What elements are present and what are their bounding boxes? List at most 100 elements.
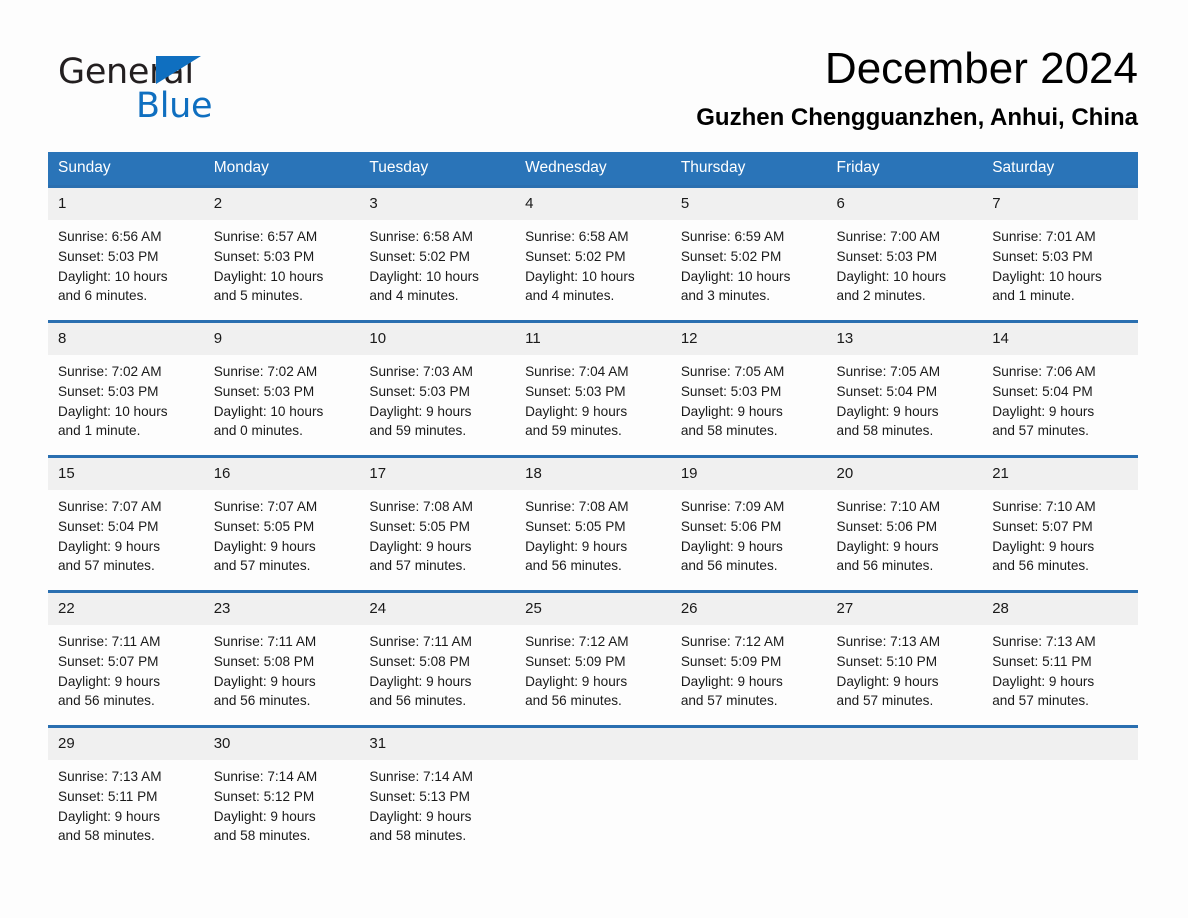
triangle-flag-icon xyxy=(156,56,201,84)
calendar-empty-cell xyxy=(826,724,983,860)
calendar-day-cell[interactable]: 24 Sunrise: 7:11 AM Sunset: 5:08 PM Dayligh… xyxy=(359,589,516,727)
general-blue-logo[interactable]: General Blue xyxy=(58,44,238,126)
sunrise-text: Sunrise: 7:12 AM xyxy=(525,633,629,649)
sunset-text: Sunset: 5:03 PM xyxy=(680,383,782,399)
sunrise-text: Sunrise: 7:10 AM xyxy=(836,498,941,514)
daylight-text-line1: Daylight: 9 hours xyxy=(369,538,472,554)
day-details: Sunrise: 7:01 AM Sunset: 5:03 PM Daylight:… xyxy=(982,220,1138,306)
day-cell-inner: 1 Sunrise: 6:56 AM Sunset: 5:03 PM Daylight… xyxy=(48,187,204,320)
calendar-day-cell[interactable]: 7 Sunrise: 7:01 AM Sunset: 5:03 PM Daylight… xyxy=(982,184,1138,322)
day-cell-inner: 9 Sunrise: 7:02 AM Sunset: 5:03 PM Daylight… xyxy=(203,322,360,455)
calendar-day-cell[interactable]: 9 Sunrise: 7:02 AM Sunset: 5:03 PM Daylight… xyxy=(203,319,360,457)
daylight-text-line2: and 57 minutes. xyxy=(992,693,1089,709)
calendar-day-cell[interactable]: 11 Sunrise: 7:04 AM Sunset: 5:03 PM Dayligh… xyxy=(515,319,671,457)
daylight-text-line1: Daylight: 9 hours xyxy=(369,673,472,689)
day-cell-inner: 10 Sunrise: 7:03 AM Sunset: 5:03 PM Dayligh… xyxy=(359,322,516,455)
day-number: 31 xyxy=(359,727,516,760)
day-details: Sunrise: 7:07 AM Sunset: 5:04 PM Daylight:… xyxy=(48,490,204,576)
calendar-day-cell[interactable]: 3 Sunrise: 6:58 AM Sunset: 5:02 PM Daylight… xyxy=(359,184,516,322)
daylight-text-line1: Daylight: 10 hours xyxy=(992,268,1102,284)
daylight-text-line1: Daylight: 9 hours xyxy=(213,808,316,824)
calendar-day-cell[interactable]: 31 Sunrise: 7:14 AM Sunset: 5:13 PM Dayligh… xyxy=(359,724,516,860)
day-cell-inner: 15 Sunrise: 7:07 AM Sunset: 5:04 PM Dayligh… xyxy=(48,457,204,590)
day-number: 23 xyxy=(203,592,360,625)
daylight-text-line2: and 56 minutes. xyxy=(680,558,778,574)
calendar-day-cell[interactable]: 13 Sunrise: 7:05 AM Sunset: 5:04 PM Dayligh… xyxy=(826,319,983,457)
day-number: 3 xyxy=(359,187,516,220)
calendar-day-cell[interactable]: 2 Sunrise: 6:57 AM Sunset: 5:03 PM Daylight… xyxy=(203,184,360,322)
daylight-text-line2: and 56 minutes. xyxy=(213,693,311,709)
daylight-text-line2: and 5 minutes. xyxy=(213,288,303,304)
day-cell-inner: 29 Sunrise: 7:13 AM Sunset: 5:11 PM Dayligh… xyxy=(48,727,204,860)
calendar-day-cell[interactable]: 25 Sunrise: 7:12 AM Sunset: 5:09 PM Dayligh… xyxy=(515,589,671,727)
calendar-day-cell[interactable]: 20 Sunrise: 7:10 AM Sunset: 5:06 PM Dayligh… xyxy=(826,454,983,592)
day-number: 30 xyxy=(203,727,360,760)
calendar-day-cell[interactable]: 15 Sunrise: 7:07 AM Sunset: 5:04 PM Dayligh… xyxy=(48,454,204,592)
day-number: 17 xyxy=(359,457,516,490)
sunset-text: Sunset: 5:04 PM xyxy=(836,383,938,399)
day-details: Sunrise: 6:56 AM Sunset: 5:03 PM Daylight:… xyxy=(48,220,204,306)
sunrise-text: Sunrise: 6:59 AM xyxy=(680,228,785,244)
sunrise-text: Sunrise: 7:09 AM xyxy=(680,498,785,514)
weekday-header-wednesday: Wednesday xyxy=(515,151,671,187)
daylight-text-line1: Daylight: 9 hours xyxy=(213,673,316,689)
daylight-text-line2: and 58 minutes. xyxy=(680,423,778,439)
calendar-day-cell[interactable]: 21 Sunrise: 7:10 AM Sunset: 5:07 PM Dayligh… xyxy=(982,454,1138,592)
day-details: Sunrise: 7:05 AM Sunset: 5:04 PM Daylight:… xyxy=(827,355,983,441)
calendar-day-cell[interactable]: 1 Sunrise: 6:56 AM Sunset: 5:03 PM Daylight… xyxy=(48,184,204,322)
day-details: Sunrise: 7:13 AM Sunset: 5:11 PM Daylight:… xyxy=(48,760,204,846)
logo-text-blue: Blue xyxy=(136,86,213,126)
calendar-day-cell[interactable]: 16 Sunrise: 7:07 AM Sunset: 5:05 PM Dayligh… xyxy=(203,454,360,592)
calendar-week-row: 29 Sunrise: 7:13 AM Sunset: 5:11 PM Dayligh… xyxy=(48,724,1138,860)
sunset-text: Sunset: 5:02 PM xyxy=(525,248,626,264)
calendar-day-cell[interactable]: 4 Sunrise: 6:58 AM Sunset: 5:02 PM Daylight… xyxy=(515,184,671,322)
day-cell-inner xyxy=(826,727,983,860)
sunset-text: Sunset: 5:06 PM xyxy=(836,518,938,534)
day-cell-inner: 23 Sunrise: 7:11 AM Sunset: 5:08 PM Dayligh… xyxy=(203,592,360,725)
sunrise-text: Sunrise: 7:13 AM xyxy=(992,633,1096,649)
day-number: 15 xyxy=(48,457,204,490)
sunrise-text: Sunrise: 7:10 AM xyxy=(992,498,1096,514)
calendar-day-cell[interactable]: 29 Sunrise: 7:13 AM Sunset: 5:11 PM Dayligh… xyxy=(48,724,204,860)
day-details: Sunrise: 7:02 AM Sunset: 5:03 PM Daylight:… xyxy=(48,355,204,441)
calendar-day-cell[interactable]: 10 Sunrise: 7:03 AM Sunset: 5:03 PM Dayligh… xyxy=(359,319,516,457)
calendar-day-cell[interactable]: 14 Sunrise: 7:06 AM Sunset: 5:04 PM Dayligh… xyxy=(982,319,1138,457)
daylight-text-line1: Daylight: 10 hours xyxy=(58,268,168,284)
day-cell-inner: 21 Sunrise: 7:10 AM Sunset: 5:07 PM Dayligh… xyxy=(982,457,1138,590)
calendar-day-cell[interactable]: 6 Sunrise: 7:00 AM Sunset: 5:03 PM Daylight… xyxy=(826,184,983,322)
daylight-text-line2: and 58 minutes. xyxy=(836,423,934,439)
sunset-text: Sunset: 5:07 PM xyxy=(58,653,159,669)
sunset-text: Sunset: 5:09 PM xyxy=(680,653,782,669)
day-details: Sunrise: 7:02 AM Sunset: 5:03 PM Daylight:… xyxy=(204,355,360,441)
daylight-text-line1: Daylight: 10 hours xyxy=(525,268,635,284)
calendar-day-cell[interactable]: 19 Sunrise: 7:09 AM Sunset: 5:06 PM Dayligh… xyxy=(670,454,827,592)
day-number: 16 xyxy=(203,457,360,490)
day-cell-inner: 16 Sunrise: 7:07 AM Sunset: 5:05 PM Dayligh… xyxy=(203,457,360,590)
calendar-day-cell[interactable]: 17 Sunrise: 7:08 AM Sunset: 5:05 PM Dayligh… xyxy=(359,454,516,592)
sunset-text: Sunset: 5:03 PM xyxy=(992,248,1093,264)
sunset-text: Sunset: 5:09 PM xyxy=(525,653,626,669)
calendar-day-cell[interactable]: 26 Sunrise: 7:12 AM Sunset: 5:09 PM Dayligh… xyxy=(670,589,827,727)
calendar-day-cell[interactable]: 8 Sunrise: 7:02 AM Sunset: 5:03 PM Daylight… xyxy=(48,319,204,457)
daylight-text-line2: and 58 minutes. xyxy=(213,828,311,844)
sunrise-text: Sunrise: 6:57 AM xyxy=(213,228,318,244)
sunset-text: Sunset: 5:03 PM xyxy=(58,383,159,399)
calendar-day-cell[interactable]: 28 Sunrise: 7:13 AM Sunset: 5:11 PM Dayligh… xyxy=(982,589,1138,727)
calendar-day-cell[interactable]: 30 Sunrise: 7:14 AM Sunset: 5:12 PM Dayligh… xyxy=(203,724,360,860)
daylight-text-line2: and 1 minute. xyxy=(58,423,141,439)
calendar-day-cell[interactable]: 12 Sunrise: 7:05 AM Sunset: 5:03 PM Dayligh… xyxy=(670,319,827,457)
calendar-day-cell[interactable]: 5 Sunrise: 6:59 AM Sunset: 5:02 PM Daylight… xyxy=(670,184,827,322)
calendar-week-row: 1 Sunrise: 6:56 AM Sunset: 5:03 PM Daylight… xyxy=(48,184,1138,322)
page-header: General Blue December 2024 Guzhen Chengg… xyxy=(0,0,1188,133)
day-cell-inner xyxy=(670,727,827,860)
calendar-day-cell[interactable]: 23 Sunrise: 7:11 AM Sunset: 5:08 PM Dayligh… xyxy=(203,589,360,727)
calendar-day-cell[interactable]: 27 Sunrise: 7:13 AM Sunset: 5:10 PM Dayligh… xyxy=(826,589,983,727)
daylight-text-line2: and 6 minutes. xyxy=(58,288,148,304)
calendar-day-cell[interactable]: 22 Sunrise: 7:11 AM Sunset: 5:07 PM Dayligh… xyxy=(48,589,204,727)
day-number: 4 xyxy=(515,187,671,220)
daylight-text-line1: Daylight: 9 hours xyxy=(836,538,939,554)
sunset-text: Sunset: 5:02 PM xyxy=(369,248,470,264)
sunrise-text: Sunrise: 7:13 AM xyxy=(58,768,162,784)
calendar-day-cell[interactable]: 18 Sunrise: 7:08 AM Sunset: 5:05 PM Dayligh… xyxy=(515,454,671,592)
day-cell-inner: 26 Sunrise: 7:12 AM Sunset: 5:09 PM Dayligh… xyxy=(670,592,827,725)
